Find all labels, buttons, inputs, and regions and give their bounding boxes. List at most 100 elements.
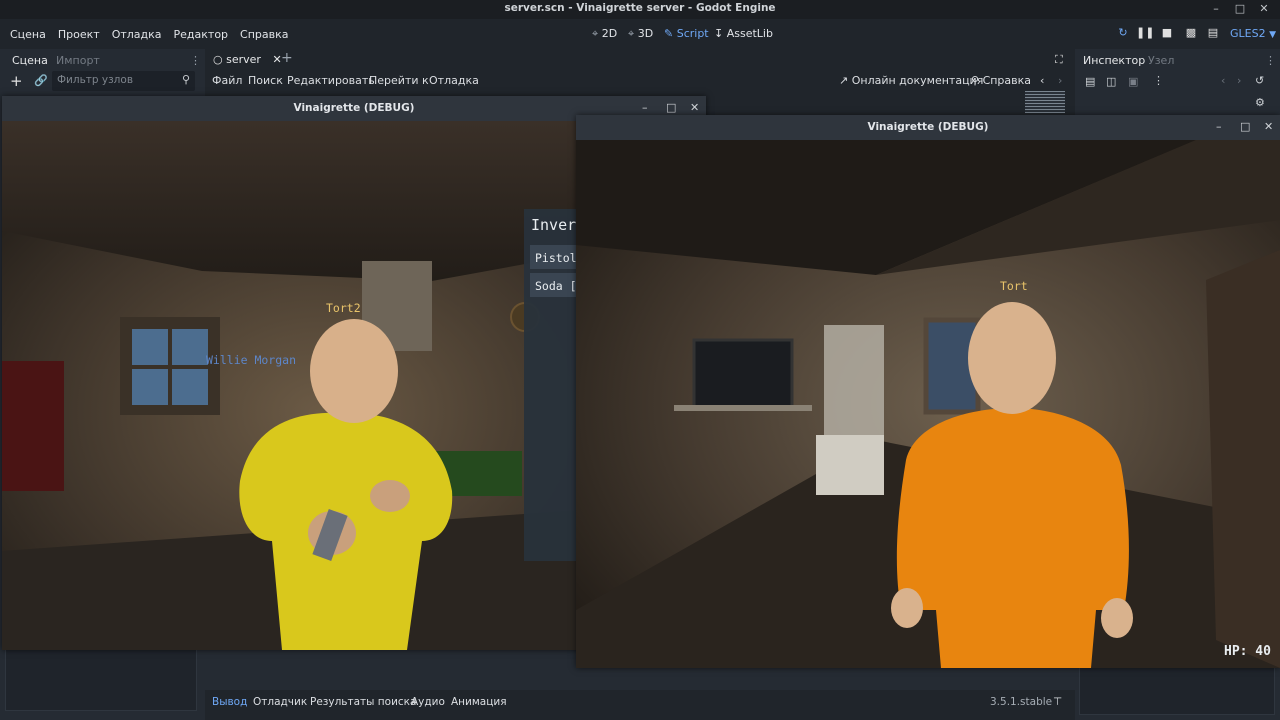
workspace-script-label: Script: [676, 27, 709, 40]
workspace-assetlib-button[interactable]: ↧ AssetLib: [714, 27, 773, 40]
minimize-icon[interactable]: –: [642, 101, 648, 114]
link-icon[interactable]: 🔗: [34, 74, 48, 87]
tab-import[interactable]: Импорт: [56, 54, 100, 67]
help-icon: ⚲: [971, 74, 980, 87]
add-node-icon[interactable]: +: [10, 72, 23, 90]
open-folder-icon[interactable]: ◫: [1106, 75, 1116, 88]
node-filter-placeholder: Фильтр узлов: [57, 74, 134, 86]
reload-icon[interactable]: ↻: [1114, 26, 1132, 42]
debug-window-2[interactable]: Vinaigrette (DEBUG) – □ ✕ Tort HP: 40: [576, 115, 1280, 668]
tab-node[interactable]: Узел: [1148, 54, 1174, 67]
inspector-menu-icon[interactable]: ⋮: [1265, 54, 1276, 67]
player-nametag-tort2: Tort2: [326, 301, 361, 315]
workspace-3d-button[interactable]: ⌖ 3D: [628, 27, 653, 41]
bottom-tab-output[interactable]: Вывод: [212, 696, 247, 708]
node-filter-input[interactable]: Фильтр узлов ⚲: [52, 71, 195, 91]
more-icon[interactable]: ⋮: [1153, 74, 1164, 87]
inventory-item-2[interactable]: Soda [: [535, 279, 577, 293]
script-menu-edit[interactable]: Редактировать: [287, 74, 375, 87]
bottom-tab-audio[interactable]: Аудио: [411, 696, 445, 708]
chevron-down-icon: ▼: [1269, 30, 1277, 40]
debug-window-2-titlebar[interactable]: Vinaigrette (DEBUG) – □ ✕: [576, 115, 1280, 140]
filesystem-panel: [5, 649, 197, 711]
version-label: 3.5.1.stable: [990, 696, 1053, 708]
menu-project[interactable]: Проект: [58, 28, 100, 41]
bottom-tab-search-results[interactable]: Результаты поиска: [310, 696, 416, 708]
menu-list: Сцена Проект Отладка Редактор Справка: [0, 28, 291, 41]
character-yellow-head: [310, 319, 398, 423]
new-resource-icon[interactable]: ▤: [1085, 75, 1095, 88]
game-scene-2: [576, 140, 1280, 668]
script-icon: ✎: [664, 27, 674, 40]
help-label: Справка: [982, 74, 1032, 87]
script-menu-debug[interactable]: Отладка: [429, 74, 479, 87]
inventory-item-1[interactable]: Pistol: [535, 251, 577, 265]
maximize-icon[interactable]: □: [1232, 2, 1248, 16]
save-icon[interactable]: ▣: [1128, 75, 1138, 88]
help-button[interactable]: ⚲ Справка: [971, 74, 1031, 87]
tab-scene[interactable]: Сцена: [12, 54, 48, 67]
window-title: server.scn - Vinaigrette server - Godot …: [504, 2, 776, 14]
online-docs-label: Онлайн документация: [851, 74, 984, 87]
right-hand: [1101, 598, 1133, 638]
circle-icon: ○: [213, 53, 223, 66]
script-menu-search[interactable]: Поиск: [248, 74, 283, 87]
history-forward-icon[interactable]: ›: [1237, 74, 1241, 87]
movie-icon[interactable]: ▩: [1182, 26, 1200, 42]
workspace-2d-label: 2D: [601, 27, 618, 40]
online-docs-button[interactable]: ↗ Онлайн документация: [839, 74, 983, 87]
external-link-icon: ↗: [839, 74, 849, 87]
debug-window-2-title: Vinaigrette (DEBUG): [867, 121, 989, 133]
tab-inspector[interactable]: Инспектор: [1083, 54, 1145, 67]
chevron-right-icon[interactable]: ›: [1058, 74, 1062, 87]
script-menu-goto[interactable]: Перейти к: [369, 74, 429, 87]
3d-icon: ⌖: [628, 27, 635, 40]
tab-server-script[interactable]: ○ server ✕: [213, 53, 282, 66]
bottom-tab-animation[interactable]: Анимация: [451, 696, 507, 708]
bottom-panel-bar: Вывод Отладчик Результаты поиска Аудио А…: [205, 690, 1075, 720]
dock-menu-icon[interactable]: ⋮: [190, 54, 201, 67]
maximize-icon[interactable]: □: [666, 101, 676, 114]
workspace-script-button[interactable]: ✎ Script: [664, 27, 709, 40]
window-titlebar: server.scn - Vinaigrette server - Godot …: [0, 0, 1280, 19]
script-menu-file[interactable]: Файл: [212, 74, 242, 87]
menu-scene[interactable]: Сцена: [10, 28, 46, 41]
pause-icon[interactable]: ❚❚: [1136, 26, 1154, 42]
character-orange-head: [968, 302, 1056, 414]
object-history-icon[interactable]: ↺: [1255, 74, 1264, 87]
stop-icon[interactable]: ■: [1158, 26, 1176, 42]
code-minimap[interactable]: [1025, 91, 1065, 113]
tools-icon[interactable]: ⚙: [1255, 96, 1265, 109]
search-icon: ⚲: [181, 73, 190, 86]
new-tab-icon[interactable]: +: [281, 50, 293, 66]
workspace-3d-label: 3D: [637, 27, 654, 40]
door-frame: [1206, 250, 1280, 668]
game-viewport-2[interactable]: Tort HP: 40: [576, 140, 1280, 668]
workspace-2d-button[interactable]: ⌖ 2D: [592, 27, 617, 41]
fullscreen-icon[interactable]: ⛶: [1055, 53, 1063, 67]
minimize-icon[interactable]: –: [1208, 2, 1224, 16]
menu-debug[interactable]: Отладка: [112, 28, 162, 41]
menu-editor[interactable]: Редактор: [174, 28, 229, 41]
2d-icon: ⌖: [592, 27, 599, 40]
close-icon[interactable]: ✕: [1264, 120, 1273, 133]
chevron-left-icon[interactable]: ‹: [1040, 74, 1044, 87]
minimize-icon[interactable]: –: [1216, 120, 1222, 133]
clapper-icon[interactable]: ▤: [1204, 26, 1222, 42]
download-icon: ↧: [714, 27, 724, 40]
player-nametag-tort: Tort: [1000, 279, 1028, 293]
main-menubar: Сцена Проект Отладка Редактор Справка ⌖ …: [0, 19, 1280, 49]
menu-help[interactable]: Справка: [240, 28, 288, 41]
close-icon[interactable]: ✕: [1256, 2, 1272, 16]
close-icon[interactable]: ✕: [690, 101, 699, 114]
pin-panel-icon[interactable]: ⊤: [1053, 696, 1062, 708]
bottom-tab-debugger[interactable]: Отладчик: [253, 696, 307, 708]
renderer-label: GLES2: [1230, 27, 1266, 40]
maximize-icon[interactable]: □: [1240, 120, 1250, 133]
white-chair: [816, 435, 884, 495]
renderer-select[interactable]: GLES2 ▼: [1230, 27, 1276, 40]
npc-nametag: Willie Morgan: [206, 353, 297, 367]
workspace-assetlib-label: AssetLib: [726, 27, 773, 40]
tv-shelf: [674, 405, 812, 411]
history-back-icon[interactable]: ‹: [1221, 74, 1225, 87]
